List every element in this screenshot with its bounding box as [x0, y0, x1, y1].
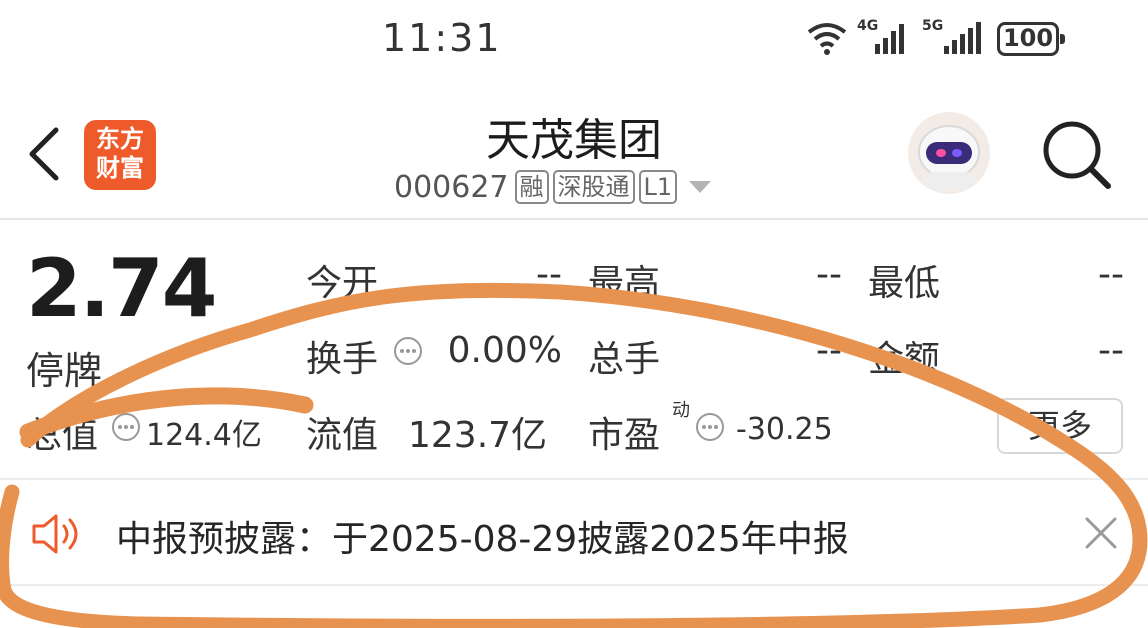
float-cap-label: 流值: [306, 415, 379, 456]
amount-value: --: [1098, 330, 1124, 371]
stock-code-row[interactable]: 000627 融 深股通 L1: [394, 168, 712, 206]
wifi-icon: [807, 23, 847, 55]
more-info-icon[interactable]: [112, 413, 140, 441]
open-value: --: [536, 254, 562, 295]
pe-dynamic-mark: 动: [672, 400, 690, 421]
open-label: 今开: [306, 263, 379, 304]
tag-connect: 深股通: [552, 170, 635, 204]
volume-value: --: [816, 330, 842, 371]
more-info-icon[interactable]: [394, 337, 422, 365]
notice-bar[interactable]: 中报预披露：于2025-08-29披露2025年中报: [0, 478, 1148, 586]
more-button[interactable]: 更多: [997, 398, 1123, 454]
amount-label: 金额: [868, 339, 941, 380]
market-cap-label: 总值: [26, 415, 99, 456]
market-cap-value: 124.4亿: [146, 418, 262, 453]
search-icon[interactable]: [1040, 118, 1114, 192]
caret-down-icon[interactable]: [689, 181, 712, 193]
status-bar: 11:31 4G 5G 100: [0, 0, 1148, 80]
trading-status: 停牌: [26, 349, 103, 393]
turnover-label: 换手: [306, 339, 379, 380]
pe-value: -30.25: [736, 412, 833, 447]
low-value: --: [1098, 254, 1124, 295]
volume-label: 总手: [588, 339, 661, 380]
speaker-icon: [32, 514, 78, 554]
turnover-value: 0.00%: [447, 330, 562, 371]
robot-avatar-icon[interactable]: [908, 112, 990, 194]
pe-label: 市盈: [588, 415, 661, 456]
high-label: 最高: [588, 263, 661, 304]
signal-4g-icon: 4G: [857, 18, 915, 60]
more-info-icon[interactable]: [696, 413, 724, 441]
status-clock: 11:31: [382, 16, 502, 60]
signal-5g-icon: 5G: [922, 18, 986, 60]
current-price: 2.74: [26, 242, 217, 335]
notice-text: 中报预披露：于2025-08-29披露2025年中报: [116, 519, 849, 560]
close-icon[interactable]: [1084, 516, 1118, 550]
battery-icon: 100: [997, 22, 1065, 56]
low-label: 最低: [868, 263, 941, 304]
stock-code: 000627: [394, 169, 509, 205]
stock-header: 东方 财富 天茂集团 000627 融 深股通 L1: [0, 80, 1148, 220]
tag-margin: 融: [514, 170, 549, 204]
tag-level: L1: [638, 170, 678, 204]
high-value: --: [816, 254, 842, 295]
float-cap-value: 123.7亿: [408, 415, 548, 456]
